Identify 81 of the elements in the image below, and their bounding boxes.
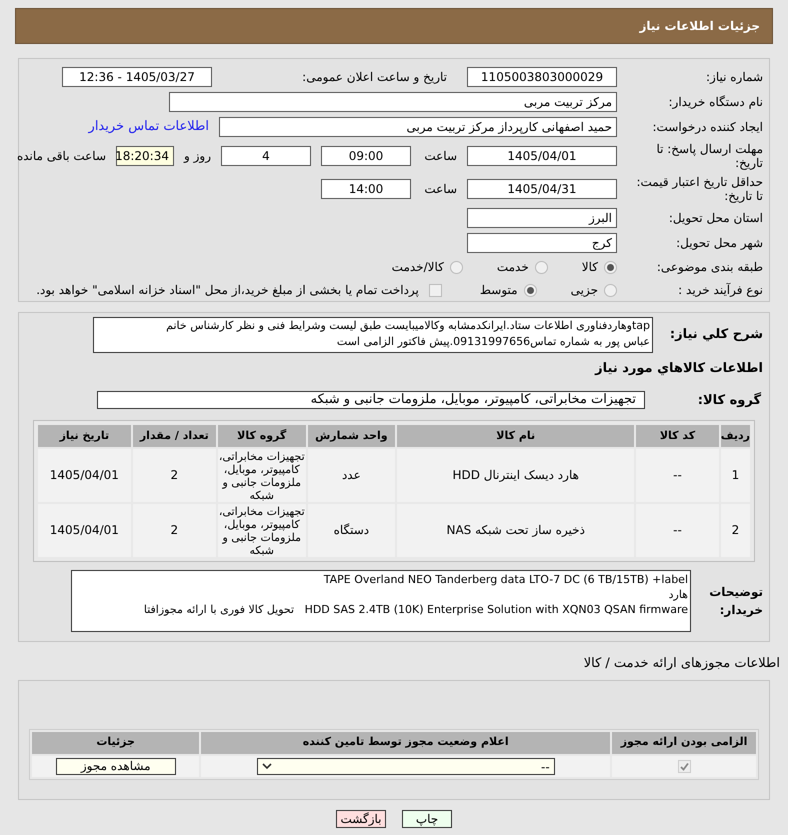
field-label: توضیحات خریدار: <box>708 584 763 619</box>
radio-button[interactable] <box>604 284 617 296</box>
field-label: نام دستگاه خریدار: <box>668 95 763 109</box>
text-field[interactable]: 4 <box>221 146 311 166</box>
text-field[interactable]: کرج <box>467 233 617 253</box>
text-field[interactable]: 1405/04/01 <box>467 146 617 166</box>
back-button[interactable]: بازگشت <box>336 810 386 828</box>
checkbox[interactable] <box>678 760 691 774</box>
table-cell: 2 <box>132 449 216 502</box>
table-cell: تجهیزات مخابراتی، کامپیوتر، موبایل، ملزومات جانبی و شبکه <box>218 504 306 557</box>
field-label: ساعت باقی مانده <box>16 149 106 163</box>
text-field[interactable]: البرز <box>467 208 617 228</box>
section-title: اطلاعات مجوزهای ارائه خدمت / کالا <box>582 655 780 673</box>
option-label: پرداخت تمام یا بخشی از مبلغ خرید،از محل "اسناد خزانه اسلامی" خواهد بود. <box>36 282 419 299</box>
text-line: HDD SAS 2.4TB (10K) Enterprise Solution with XQN03 QSAN firmware تحویل کالا فوری با ارائه مجوزافتا <box>142 602 688 617</box>
option-label: خدمت <box>496 259 529 276</box>
field-label: نوع فرآیند خرید : <box>677 283 763 297</box>
view-permit-button[interactable]: مشاهده مجوز <box>56 758 176 775</box>
radio-button[interactable] <box>534 260 548 274</box>
checkbox[interactable] <box>428 284 442 296</box>
table-cell: 2 <box>132 504 216 557</box>
section-title: اطلاعات کالاهاي مورد نیاز <box>594 360 763 378</box>
option-label: کالا/خدمت <box>392 259 444 276</box>
option-label: جزیی <box>570 282 598 299</box>
field-label: مهلت ارسال پاسخ: تا تاریخ: <box>655 142 763 170</box>
text-field[interactable]: حمید اصفهانی کارپرداز مرکز تربیت مربی <box>219 117 617 137</box>
field-label: ساعت <box>423 149 457 163</box>
text-field[interactable]: 1105003803000029 <box>467 67 617 87</box>
field-label: ساعت <box>423 182 457 196</box>
table-cell: 2 <box>720 504 750 557</box>
table-cell: هارد دیسک اینترنال HDD <box>397 449 634 502</box>
text-line: TAPE Overland NEO Tanderberg data LTO-7 DC (6 TB/15TB) +label <box>322 572 688 587</box>
table-cell: دستگاه <box>308 504 396 557</box>
text-field[interactable]: مرکز تربیت مربی <box>169 92 617 112</box>
radio-button[interactable] <box>524 284 537 296</box>
table-cell: -- <box>636 504 719 557</box>
field-label: گروه کالا: <box>696 391 761 410</box>
text-field[interactable]: 1405/03/27 - 12:36 <box>62 67 212 87</box>
column-header: گروه کالا <box>218 425 306 447</box>
text-line: عباس پور به شماره تماس09131997656.پیش فاکتور الزامی است <box>336 334 650 350</box>
contact-link[interactable]: اطلاعات تماس خریدار <box>88 117 209 137</box>
column-header: تعداد / مقدار <box>132 425 216 447</box>
option-label: کالا <box>582 259 598 276</box>
text-field[interactable]: تجهیزات مخابراتی، کامپیوتر، موبایل، ملزومات جانبی و شبکه <box>97 391 645 410</box>
table-cell: ذخیره ساز تحت شبکه NAS <box>397 504 634 557</box>
field-label: شماره نیاز: <box>705 70 763 84</box>
column-header: کد کالا <box>636 425 719 447</box>
field-label: تاریخ و ساعت اعلان عمومی: <box>301 70 448 84</box>
column-header: واحد شمارش <box>308 425 396 447</box>
print-button[interactable]: چاپ <box>402 810 452 828</box>
column-header: نام کالا <box>397 425 634 447</box>
table-cell: 1405/04/01 <box>38 504 131 557</box>
column-header: تاریخ نیاز <box>38 425 131 447</box>
table-cell: 1 <box>720 449 750 502</box>
text-line: tapوهاردفناوری اطلاعات ستاد.ایرانکدمشابه وکالامیبایست طبق لیست وشرایط فنی و نظر کارشناس خانم <box>165 318 650 334</box>
page-title: جزئیات اطلاعات نیاز <box>639 18 760 35</box>
field-label: شرح کلي نیاز: <box>668 326 763 344</box>
field-label: ایجاد کننده درخواست: <box>651 120 763 134</box>
text-field[interactable]: 1405/04/31 <box>467 179 617 199</box>
dropdown[interactable]: -- <box>256 758 555 776</box>
text-field[interactable]: 14:00 <box>321 179 411 199</box>
table-cell: 1405/04/01 <box>38 449 131 502</box>
text-field[interactable]: 09:00 <box>321 146 411 166</box>
radio-button[interactable] <box>604 260 617 274</box>
table-cell: عدد <box>308 449 396 502</box>
column-header: اعلام وضعیت مجوز توسط تامین کننده <box>201 732 610 754</box>
chevron-icon <box>262 763 272 770</box>
field-label: روز و <box>184 149 211 163</box>
column-header: ردیف <box>720 425 750 447</box>
column-header: الزامی بودن ارائه مجوز <box>612 732 756 754</box>
text-area[interactable]: tapوهاردفناوری اطلاعات ستاد.ایرانکدمشابه وکالامیبایست طبق لیست وشرایط فنی و نظر کارشناس خانم عباس پور به شماره تماس09131997656.پیش فاکتور الزامی است <box>93 317 653 353</box>
field-label: طبقه بندی موضوعی: <box>656 260 763 274</box>
table-cell: تجهیزات مخابراتی، کامپیوتر، موبایل، ملزومات جانبی و شبکه <box>218 449 306 502</box>
column-header: جزئیات <box>32 732 200 754</box>
field-label: حداقل تاریخ اعتبار قیمت: تا تاریخ: <box>635 175 763 203</box>
field-label: استان محل تحویل: <box>668 211 763 225</box>
table-cell: -- <box>636 449 719 502</box>
option-label: متوسط <box>480 282 518 299</box>
field-label: شهر محل تحویل: <box>675 236 763 250</box>
radio-button[interactable] <box>450 260 463 274</box>
text-line: هارد <box>668 587 688 602</box>
